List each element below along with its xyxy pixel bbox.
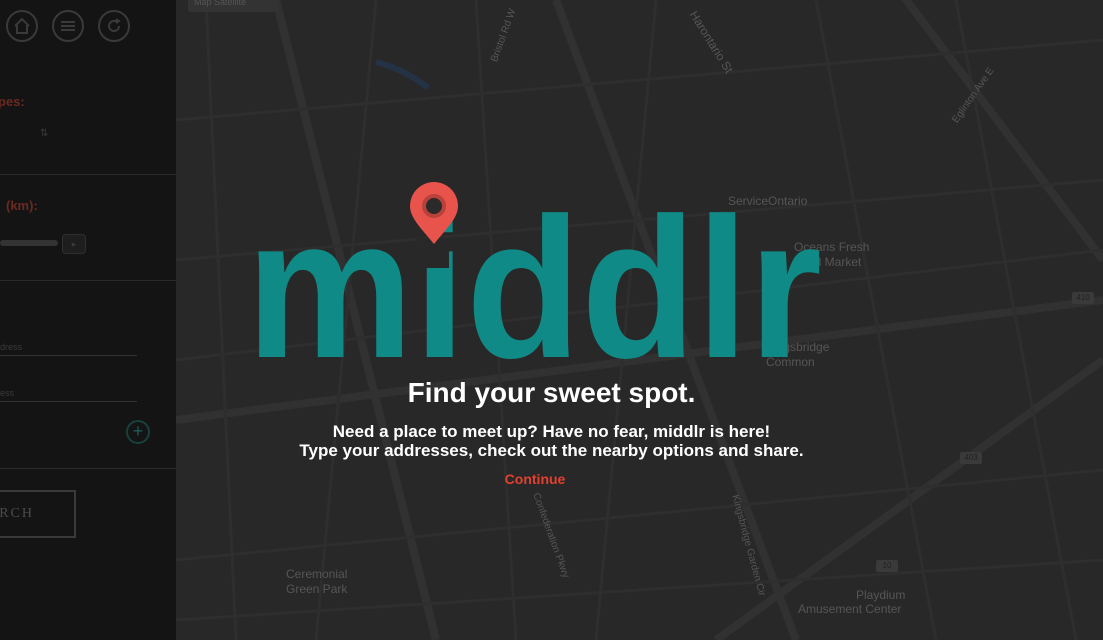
top-toolbar	[6, 10, 130, 42]
address-input-1[interactable]: dress	[0, 342, 22, 352]
map-type-toggle[interactable]: Map Satellite	[188, 0, 278, 12]
middlr-logo: middlr	[246, 176, 826, 400]
distance-slider[interactable]	[0, 240, 58, 246]
divider	[0, 174, 176, 175]
types-stepper[interactable]: ⇅	[40, 128, 48, 139]
continue-button[interactable]: Continue	[504, 471, 566, 487]
map-label: Ceremonial	[286, 567, 348, 581]
refresh-icon[interactable]	[98, 10, 130, 42]
address-underline	[0, 355, 137, 356]
map-label: Amusement Center	[798, 602, 902, 616]
types-label: pes:	[0, 94, 25, 109]
search-button[interactable]: RCH	[0, 490, 76, 538]
map-label: Playdium	[856, 588, 906, 602]
distance-label: (km):	[6, 198, 38, 213]
home-icon[interactable]	[6, 10, 38, 42]
map-label: Green Park	[286, 582, 348, 596]
list-icon[interactable]	[52, 10, 84, 42]
divider	[0, 280, 176, 281]
tagline-line-1: Need a place to meet up? Have no fear, m…	[332, 422, 771, 441]
highway-shield: 10	[876, 560, 898, 572]
tagline-line-2: Type your addresses, check out the nearb…	[299, 441, 804, 460]
slider-handle[interactable]: ▸	[62, 234, 86, 254]
sidebar: pes: ⇅ (km): ▸ dress ess + RCH	[0, 0, 176, 640]
highway-shield: 410	[1072, 292, 1094, 304]
brand-wordmark: middlr	[246, 177, 822, 366]
divider	[0, 468, 176, 469]
headline: Find your sweet spot.	[407, 377, 696, 408]
